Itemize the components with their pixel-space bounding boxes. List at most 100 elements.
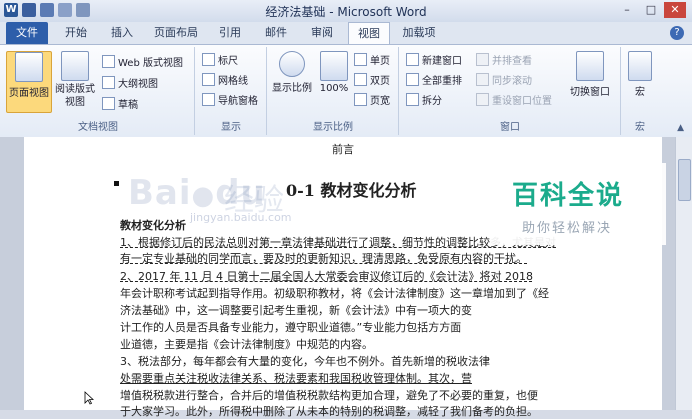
paragraph-line: 业道德，主要是指《会计法律制度》中规范的内容。 [120,338,373,351]
collapse-ribbon-icon[interactable]: ▲ [677,123,684,133]
close-icon[interactable]: ✕ [664,2,686,18]
reset-window-position-button[interactable]: 重设窗口位置 [476,93,552,107]
web-layout-label: Web 版式视图 [118,58,183,69]
one-page-icon [354,53,367,66]
sync-scroll-label: 同步滚动 [492,76,532,87]
help-icon[interactable]: ? [670,26,684,40]
zoom-100-label: 100% [319,83,349,94]
switch-windows-label: 切换窗口 [570,87,610,98]
macros-button[interactable]: 宏 [626,51,654,111]
window-controls: – □ ✕ [616,2,686,18]
new-window-button[interactable]: 新建窗口 [406,53,462,67]
baidu-watermark-bai: Bai [128,173,192,213]
two-pages-icon [354,73,367,86]
group-document-views: 页面视图 阅读版式视图 Web 版式视图 大纲视图 草稿 文档视图 [2,47,195,135]
side-by-side-label: 并排查看 [492,56,532,67]
tab-home[interactable]: 开始 [58,22,94,44]
magnifier-icon [279,51,305,77]
zoom-label: 显示比例 [272,83,312,94]
gridlines-checkbox[interactable]: 网格线 [202,73,248,87]
nav-pane-label: 导航窗格 [218,96,258,107]
paragraph-line: 于大家学习。此外，所得税中删除了从未本的特别的税调整，减轻了我们备考的负担。 [120,405,538,418]
arrange-all-icon [406,73,419,86]
outline-icon [102,76,115,89]
zoom-button[interactable]: 显示比例 [270,51,314,111]
print-layout-icon [15,52,43,82]
vertical-scrollbar[interactable] [675,137,692,410]
ribbon-tabs: 文件 开始 插入 页面布局 引用 邮件 审阅 视图 加载项 ? [0,22,692,45]
tab-mailings[interactable]: 邮件 [258,22,294,44]
checkbox-icon [202,73,215,86]
tab-view[interactable]: 视图 [348,22,390,45]
ruler-checkbox[interactable]: 标尺 [202,53,238,67]
outline-button[interactable]: 大纲视图 [102,76,158,90]
sync-scroll-icon [476,73,489,86]
baike-watermark-overlay: 百科全说 助你轻松解决 [490,163,666,245]
tab-addins[interactable]: 加载项 [396,22,442,44]
title-bar: W 经济法基础 - Microsoft Word – □ ✕ [0,0,692,23]
web-layout-icon [102,55,115,68]
baike-watermark-title: 百科全说 [512,181,625,211]
tab-file[interactable]: 文件 [6,22,48,44]
two-pages-label: 双页 [370,76,390,87]
reading-view-icon [61,51,89,81]
switch-windows-button[interactable]: 切换窗口 [564,51,616,111]
group-label-document-views: 文档视图 [78,122,118,133]
paragraph-line: 有一定专业基础的同学而言，要及时的更新知识，理清思路，免受原有内容的干扰。 [120,252,527,265]
new-window-label: 新建窗口 [422,56,462,67]
sync-scroll-button[interactable]: 同步滚动 [476,73,532,87]
group-label-zoom: 显示比例 [313,122,353,133]
macros-label: 宏 [635,87,645,98]
page-width-button[interactable]: 页宽 [354,93,390,107]
minimize-icon[interactable]: – [616,2,638,18]
print-layout-label: 页面视图 [9,88,49,99]
web-layout-button[interactable]: Web 版式视图 [102,55,183,69]
draft-button[interactable]: 草稿 [102,97,138,111]
baike-watermark-subtitle: 助你轻松解决 [522,221,613,236]
paragraph-line: 3、税法部分，每年都会有大量的变化，今年也不例外。首先新增的税收法律 [120,355,490,368]
full-screen-reading-button[interactable]: 阅读版式视图 [52,51,98,111]
window-title: 经济法基础 - Microsoft Word [265,5,427,19]
group-label-macros: 宏 [635,122,645,133]
group-label-window: 窗口 [500,122,520,133]
draft-label: 草稿 [118,100,138,111]
paragraph-line: 计工作的人员是否具备专业能力，遵守职业道德。”专业能力包括方方面 [120,321,462,334]
scrollbar-thumb[interactable] [678,159,691,201]
paragraph-line: 增值税税款进行整合，合并后的增值税税款结构更加合理，避免了不必要的重复，也便 [120,389,538,402]
paragraph-subheading: 教材变化分析 [120,219,186,232]
arrange-all-button[interactable]: 全部重排 [406,73,462,87]
outline-label: 大纲视图 [118,79,158,90]
side-by-side-button[interactable]: 并排查看 [476,53,532,67]
mouse-pointer-icon [84,391,94,405]
ribbon: 页面视图 阅读版式视图 Web 版式视图 大纲视图 草稿 文档视图 标尺 网格线… [0,44,692,138]
page-header: 前言 [332,143,354,156]
two-pages-button[interactable]: 双页 [354,73,390,87]
new-window-icon [406,53,419,66]
draft-icon [102,97,115,110]
checkbox-icon [202,93,215,106]
paragraph-line: 2、2017 年 11 月 4 日第十二届全国人大常委会审议修订后的《会计法》将… [120,270,533,283]
paw-icon: ● [191,181,216,211]
page-width-icon [354,93,367,106]
checkbox-icon [202,53,215,66]
tab-insert[interactable]: 插入 [104,22,140,44]
tab-page-layout[interactable]: 页面布局 [148,22,204,44]
gridlines-label: 网格线 [218,76,248,87]
tab-review[interactable]: 审阅 [304,22,340,44]
macros-icon [628,51,652,81]
one-page-button[interactable]: 单页 [354,53,390,67]
paragraph-line: 处需要重点关注税收法律关系、税法要素和我国税收管理体制。其次，营 [120,372,472,385]
group-macros: 宏 宏 [622,47,658,135]
split-button[interactable]: 拆分 [406,93,442,107]
one-page-label: 单页 [370,56,390,67]
tab-references[interactable]: 引用 [212,22,248,44]
arrange-all-label: 全部重排 [422,76,462,87]
nav-pane-checkbox[interactable]: 导航窗格 [202,93,258,107]
section-heading: 0-1 教材变化分析 [286,181,417,200]
group-label-show: 显示 [221,122,241,133]
maximize-icon[interactable]: □ [640,2,662,18]
reset-position-icon [476,93,489,106]
print-layout-button[interactable]: 页面视图 [6,51,52,113]
zoom-100-button[interactable]: 100% [316,51,352,111]
reading-view-label: 阅读版式视图 [55,84,95,108]
